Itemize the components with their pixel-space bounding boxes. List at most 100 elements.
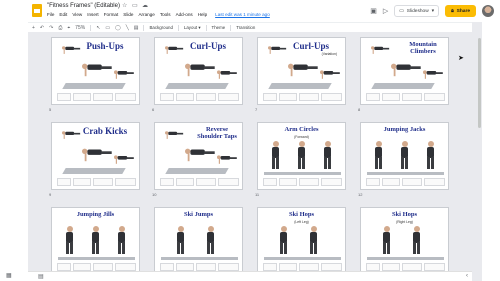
menu-edit[interactable]: Edit [59, 12, 67, 20]
slide-thumbnail[interactable]: Ski Hops (Left Leg) [257, 207, 346, 272]
slide-thumbnail[interactable]: Crab Kicks [51, 122, 140, 190]
slide-thumbnail[interactable]: Ski Jumps [154, 207, 243, 272]
last-edit-link[interactable]: Last edit was 1 minute ago [215, 12, 270, 20]
grid-view-icon[interactable]: ▦ [6, 272, 12, 279]
comment-icon[interactable]: ▣ [370, 8, 377, 15]
exercise-floor [161, 257, 238, 260]
doc-title[interactable]: "Fitness Frames" (Editable) [47, 3, 120, 9]
menu-insert[interactable]: Insert [87, 12, 99, 20]
footer-box [402, 93, 422, 101]
menu-bar: File Edit View Insert Format Slide Arran… [47, 12, 270, 20]
exercise-mat [62, 168, 126, 174]
slide-thumbnail[interactable]: Curl-Ups (Variation) [257, 37, 346, 105]
slide-title: Jumping Jills [76, 211, 115, 218]
slide-title: Ski Hops [288, 211, 315, 218]
slide-title: Curl-Ups [292, 41, 329, 51]
chevron-down-icon: ▾ [431, 8, 435, 14]
slide-subtitle: (Right Leg) [396, 220, 413, 224]
redo-icon[interactable]: ↷ [49, 25, 53, 31]
menu-slide[interactable]: Slide [123, 12, 133, 20]
footer-box [160, 93, 174, 101]
slide-thumbnail[interactable]: Reverse Shoulder Taps [154, 122, 243, 190]
footer-box [382, 178, 400, 186]
footer-box [321, 178, 342, 186]
chevron-up-icon[interactable]: ‹ [466, 273, 468, 279]
scrollbar[interactable] [477, 34, 482, 269]
footer-box [366, 263, 380, 271]
slide-subtitle: (Variation) [321, 52, 337, 56]
menu-addons[interactable]: Add-ons [176, 12, 193, 20]
slide-subtitle: (Left Leg) [294, 220, 309, 224]
folder-icon[interactable]: ▭ [132, 2, 138, 9]
footer-box [279, 93, 297, 101]
exercise-mat [268, 83, 332, 89]
slide-thumbnail[interactable]: Ski Hops (Right Leg) [360, 207, 449, 272]
slide-thumbnail[interactable]: Curl-Ups [154, 37, 243, 105]
image-icon[interactable]: ▤ [134, 25, 139, 31]
slide-thumbnail[interactable]: Mountain Climbers [360, 37, 449, 105]
present-icon: ▭ [399, 8, 404, 14]
menu-view[interactable]: View [72, 12, 82, 20]
menu-arrange[interactable]: Arrange [138, 12, 154, 20]
shape-icon[interactable]: ◯ [115, 25, 121, 31]
footer-box [402, 178, 422, 186]
slide-subtitle: (Forward) [294, 135, 309, 139]
slide-thumbnail[interactable]: Push-Ups [51, 37, 140, 105]
footer-box [115, 93, 136, 101]
avatar[interactable] [482, 5, 494, 17]
zoom-select[interactable]: 75% [75, 25, 85, 31]
exercise-floor [367, 172, 444, 175]
textbox-icon[interactable]: ▭ [105, 25, 110, 31]
present-icon[interactable]: ▷ [383, 8, 388, 15]
share-button[interactable]: 🔒︎ Share [445, 5, 476, 17]
exercise-floor [58, 257, 135, 260]
exercise-mat [62, 83, 126, 89]
theme-button[interactable]: Theme [212, 25, 226, 30]
menu-tools[interactable]: Tools [160, 12, 171, 20]
undo-icon[interactable]: ↶ [40, 25, 44, 31]
footer-box [424, 178, 445, 186]
select-tool-icon[interactable]: ↖ [96, 25, 100, 31]
slide-footer-boxes [263, 92, 342, 101]
paint-format-icon[interactable]: ⌖ [67, 25, 70, 31]
slide-title: Jumping Jacks [383, 126, 426, 133]
footer-box [279, 178, 297, 186]
slideshow-label: Slideshow [406, 8, 429, 14]
slide-thumbnail[interactable]: Jumping Jills [51, 207, 140, 272]
slide-footer-boxes [160, 262, 239, 271]
footer-box [402, 263, 422, 271]
footer-box [93, 93, 113, 101]
layout-button[interactable]: Layout ▾ [184, 25, 201, 31]
slides-logo-icon[interactable] [32, 4, 42, 17]
slide-footer-boxes [160, 177, 239, 186]
right-gutter [482, 22, 500, 281]
scrollbar-thumb[interactable] [478, 38, 481, 128]
footer-box [176, 178, 194, 186]
print-icon[interactable]: ⎙ [58, 25, 62, 31]
background-button[interactable]: Background [149, 25, 172, 30]
slide-grid: 5 Push-Ups 6 Curl-Ups 7 Curl-Ups (Variation) 8 M… [28, 32, 472, 272]
slide-title: Mountain Climbers [409, 41, 437, 55]
slide-number: 5 [49, 107, 52, 112]
slide-footer-boxes [366, 92, 445, 101]
cloud-icon[interactable]: ☁ [142, 2, 148, 9]
menu-file[interactable]: File [47, 12, 54, 20]
toolbar-divider [177, 24, 179, 31]
slide-thumbnail[interactable]: Jumping Jacks [360, 122, 449, 190]
new-slide-button[interactable]: + [32, 25, 35, 31]
menu-help[interactable]: Help [198, 12, 207, 20]
slide-thumbnail[interactable]: Arm Circles (Forward) [257, 122, 346, 190]
footer-box [196, 178, 216, 186]
exercise-floor [264, 172, 341, 175]
bottom-bar: ▤ ‹ [28, 271, 472, 281]
slideshow-button[interactable]: ▭ Slideshow ▾ [394, 5, 440, 17]
slide-footer-boxes [366, 177, 445, 186]
menu-format[interactable]: Format [104, 12, 119, 20]
slide-footer-boxes [57, 92, 136, 101]
transition-button[interactable]: Transition [236, 25, 255, 30]
top-bar: "Fitness Frames" (Editable) ☆ ▭ ☁ File E… [0, 0, 500, 22]
footer-box [93, 178, 113, 186]
filmstrip-view-icon[interactable]: ▤ [38, 273, 44, 280]
line-icon[interactable]: ╲ [126, 25, 129, 31]
star-icon[interactable]: ☆ [122, 2, 127, 9]
